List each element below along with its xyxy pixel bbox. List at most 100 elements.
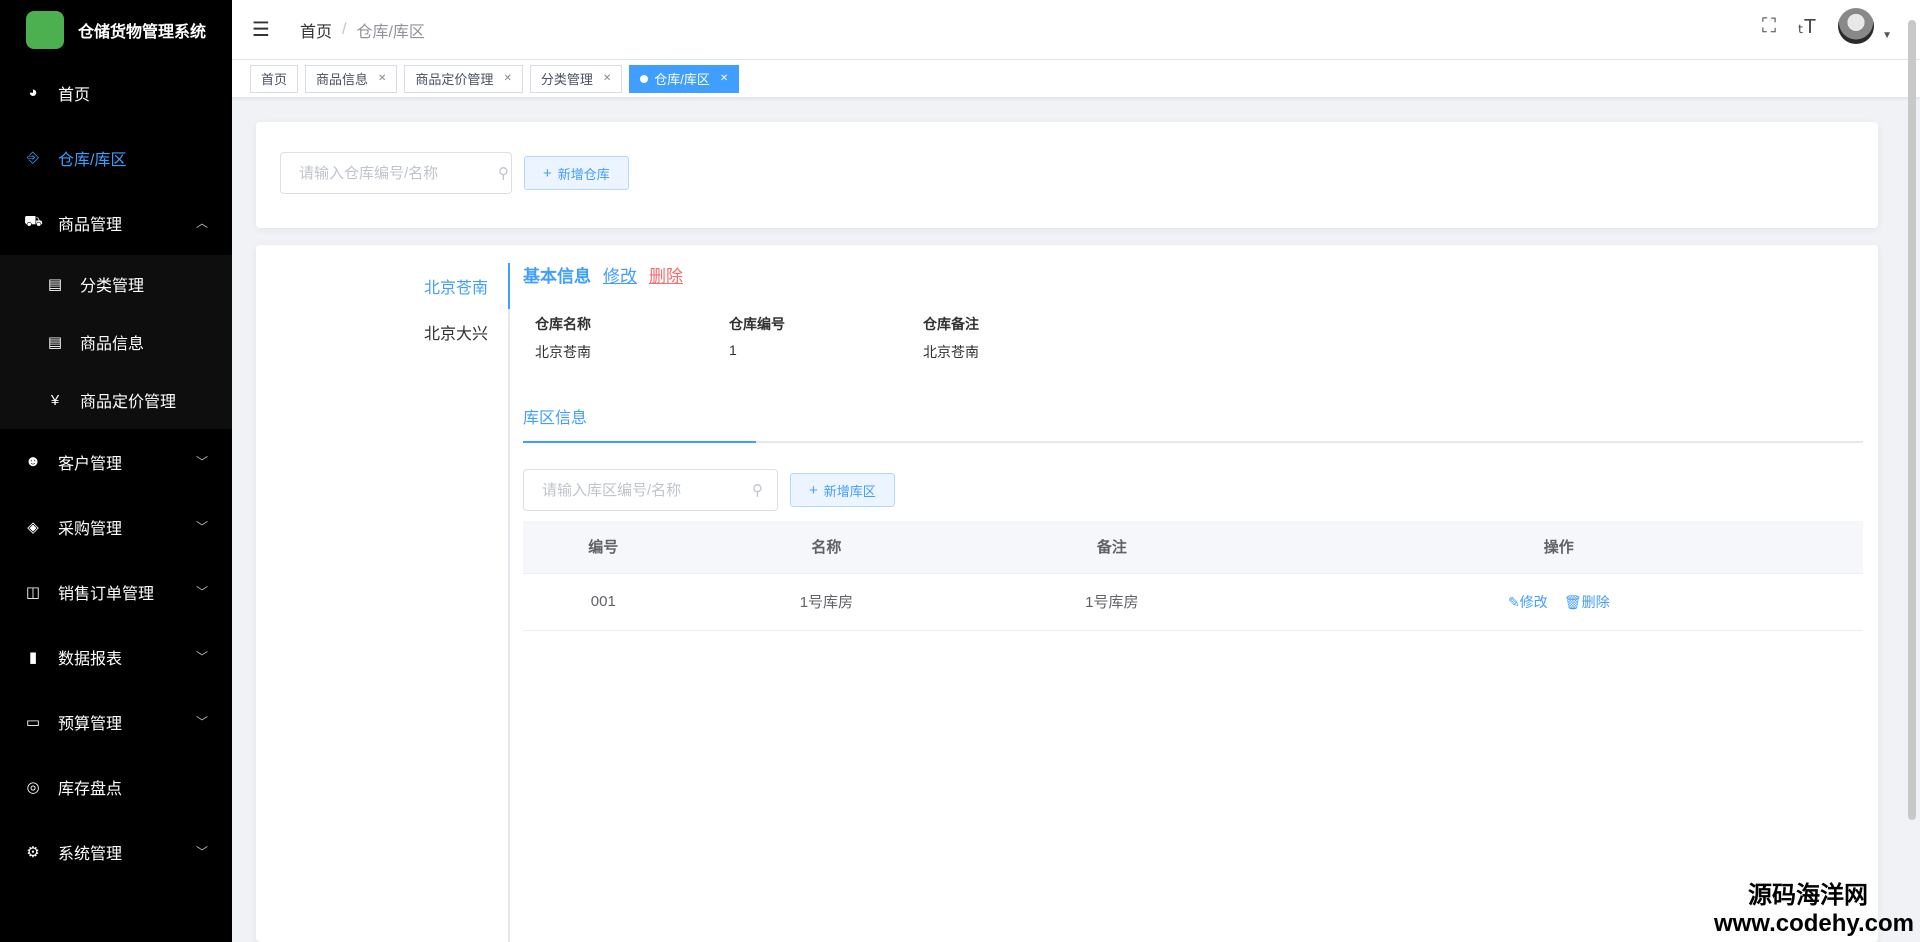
tab-warehouse-2[interactable]: 北京大兴: [256, 309, 508, 355]
row-delete-label: 删除: [1581, 593, 1610, 610]
avatar[interactable]: [1838, 8, 1875, 44]
tag-label: 商品定价管理: [415, 72, 494, 87]
caret-down-icon[interactable]: ▼: [1882, 30, 1892, 41]
delete-warehouse-link[interactable]: 删除: [649, 262, 683, 287]
add-warehouse-label: 新增仓库: [557, 166, 610, 182]
logo-row: 仓储货物管理系统: [0, 0, 232, 60]
yen-icon: ¥: [50, 391, 60, 409]
tag-pricing[interactable]: 商品定价管理 ✕: [404, 64, 523, 93]
col-name: 名称: [683, 521, 970, 574]
sidebar-item-pricing[interactable]: ¥ 商品定价管理: [0, 371, 232, 429]
sidebar-item-label: 库存盘点: [58, 780, 123, 798]
breadcrumb-home[interactable]: 首页: [300, 18, 332, 42]
cell-remark: 1号库房: [969, 573, 1255, 631]
goods-submenu: ▤ 分类管理 ▤ 商品信息 ¥ 商品定价管理: [0, 255, 232, 429]
close-icon[interactable]: ✕: [503, 73, 511, 84]
sidebar: 仓储货物管理系统 ◕ 首页 ⎆ 仓库/库区 ⛟ 商品管理 ︿ ▤ 分类管理 ▤ …: [0, 0, 232, 942]
close-icon[interactable]: ✕: [603, 73, 611, 84]
close-icon[interactable]: ✕: [378, 73, 386, 84]
add-area-button[interactable]: + 新增库区: [790, 473, 895, 507]
sidebar-item-stocktake[interactable]: ◎ 库存盘点: [0, 754, 232, 819]
sidebar-item-budget[interactable]: ▭ 预算管理 ﹀: [0, 689, 232, 754]
sidebar-item-customer[interactable]: ☻ 客户管理 ﹀: [0, 429, 232, 494]
tag-home[interactable]: 首页: [250, 64, 299, 93]
sidebar-item-goods[interactable]: ⛟ 商品管理 ︿: [0, 190, 232, 255]
font-size-icon[interactable]: ₜT: [1798, 14, 1816, 39]
detail-fields: 仓库名称 北京苍南 仓库编号 1 仓库备注 北京苍南: [535, 314, 1117, 362]
sidebar-item-home[interactable]: ◕ 首页: [0, 60, 232, 125]
row-delete-button[interactable]: 🗑删除: [1564, 594, 1610, 610]
area-table: 编号 名称 备注 操作 001 1号库房 1号库房 ✎修改 🗑删除: [523, 521, 1863, 631]
tag-goods-info[interactable]: 商品信息 ✕: [305, 64, 398, 93]
sidebar-item-category[interactable]: ▤ 分类管理: [0, 255, 232, 313]
sidebar-item-label: 客户管理: [58, 455, 123, 473]
sidebar-item-label: 首页: [58, 86, 91, 104]
user-icon: ☻: [25, 453, 41, 470]
sidebar-item-warehouse[interactable]: ⎆ 仓库/库区: [0, 125, 232, 190]
tab-area-info[interactable]: 库区信息: [523, 401, 756, 443]
edit-icon: ✎: [1507, 593, 1520, 610]
detail-header: 基本信息 修改 删除: [523, 259, 1863, 289]
area-search-box: ⚲: [523, 469, 778, 511]
chevron-down-icon: ﹀: [195, 715, 208, 729]
tag-category[interactable]: 分类管理 ✕: [529, 64, 623, 93]
tag-label: 商品信息: [316, 72, 369, 87]
sidebar-item-system[interactable]: ⚙ 系统管理 ﹀: [0, 819, 232, 884]
sidebar-item-label: 预算管理: [58, 715, 123, 733]
close-icon[interactable]: ✕: [720, 73, 728, 84]
warehouse-detail: 基本信息 修改 删除 仓库名称 北京苍南 仓库编号 1 仓库备注 北京苍南 库区…: [523, 259, 1863, 631]
area-search-input[interactable]: [542, 481, 752, 499]
chevron-down-icon: ﹀: [195, 455, 208, 469]
sidebar-item-sales[interactable]: ◫ 销售订单管理 ﹀: [0, 559, 232, 624]
menu-toggle-icon[interactable]: ☰: [252, 17, 276, 42]
field-name: 仓库名称 北京苍南: [535, 314, 729, 362]
col-remark: 备注: [969, 521, 1255, 574]
sidebar-item-label: 采购管理: [58, 520, 123, 538]
sidebar-item-purchase[interactable]: ◈ 采购管理 ﹀: [0, 494, 232, 559]
bar-chart-icon: ▮: [28, 648, 38, 666]
breadcrumb-current: 仓库/库区: [356, 23, 425, 41]
document-icon: ▤: [47, 334, 63, 351]
fullscreen-icon[interactable]: ⛶: [1762, 15, 1776, 38]
watermark-line1: 源码海洋网: [1748, 882, 1868, 909]
top-header: ☰ 首页 / 仓库/库区 ⛶ ₜT ▼: [232, 0, 1920, 60]
sidebar-item-label: 商品信息: [80, 336, 145, 353]
book-icon: ◫: [25, 583, 41, 601]
field-remark: 仓库备注 北京苍南: [923, 314, 1117, 362]
wallet-icon: ▭: [25, 713, 41, 731]
tab-warehouse-1[interactable]: 北京苍南: [256, 263, 510, 309]
sidebar-item-goods-info[interactable]: ▤ 商品信息: [0, 313, 232, 371]
row-edit-button[interactable]: ✎修改: [1508, 594, 1548, 610]
sidebar-item-reports[interactable]: ▮ 数据报表 ﹀: [0, 624, 232, 689]
document-icon: ▤: [47, 276, 63, 293]
warehouse-search-box: ⚲: [280, 152, 512, 194]
sidebar-item-label: 数据报表: [58, 650, 123, 668]
trash-icon: 🗑: [1563, 593, 1582, 610]
gear-icon: ⚙: [26, 843, 40, 861]
tag-warehouse[interactable]: 仓库/库区 ✕: [629, 64, 740, 93]
sidebar-menu: ◕ 首页 ⎆ 仓库/库区 ⛟ 商品管理 ︿ ▤ 分类管理 ▤ 商品信息 ¥ 商品…: [0, 60, 232, 884]
warehouse-search-input[interactable]: [299, 164, 498, 182]
add-area-label: 新增库区: [823, 483, 876, 499]
header-actions: ⛶ ₜT ▼: [1762, 8, 1892, 44]
plus-icon: +: [809, 481, 818, 499]
table-row: 001 1号库房 1号库房 ✎修改 🗑删除: [523, 573, 1863, 631]
plus-icon: +: [543, 164, 552, 182]
warehouse-detail-card: 北京苍南 北京大兴 基本信息 修改 删除 仓库名称 北京苍南 仓库编号 1 仓库…: [256, 245, 1878, 942]
warehouse-icon: ⎆: [26, 149, 39, 166]
cell-actions: ✎修改 🗑删除: [1254, 573, 1863, 631]
tag-label: 分类管理: [540, 72, 593, 87]
sidebar-item-label: 销售订单管理: [58, 585, 155, 603]
field-value: 1: [729, 342, 737, 358]
tag-label: 仓库/库区: [654, 72, 710, 87]
add-warehouse-button[interactable]: + 新增仓库: [524, 156, 629, 190]
edit-warehouse-link[interactable]: 修改: [603, 262, 637, 287]
chevron-down-icon: ﹀: [195, 650, 208, 664]
page-scrollbar[interactable]: [1908, 20, 1916, 820]
search-icon[interactable]: ⚲: [498, 164, 509, 182]
field-label: 仓库备注: [923, 316, 979, 332]
field-value: 北京苍南: [923, 344, 979, 360]
field-label: 仓库编号: [729, 316, 785, 332]
breadcrumb-separator: /: [342, 20, 347, 38]
search-icon[interactable]: ⚲: [752, 481, 763, 499]
